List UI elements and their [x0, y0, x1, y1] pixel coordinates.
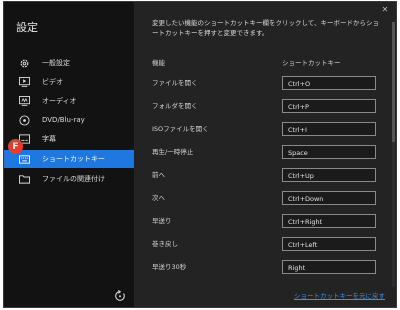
settings-window: 設定 F 一般設定 ビデオ オーディオ DVD/Blu-ray 字幕 ショートカ…: [3, 1, 397, 308]
function-label: 前へ: [152, 171, 165, 179]
sidebar-item-subtitle[interactable]: 字幕: [4, 130, 134, 148]
video-icon: [18, 76, 30, 88]
sidebar-item-label: ショートカットキー: [42, 155, 105, 163]
reset-icon[interactable]: [114, 290, 126, 302]
column-header-shortcut: ショートカットキー: [282, 59, 341, 67]
function-label: 早送り30秒: [152, 263, 187, 271]
close-icon[interactable]: ✕: [380, 5, 390, 15]
function-label: 早送り: [152, 217, 172, 225]
step-badge: F: [8, 139, 23, 154]
sidebar-item-file-association[interactable]: ファイルの関連付け: [4, 170, 134, 188]
shortcut-key-field[interactable]: Ctrl+Right: [282, 214, 376, 228]
shortcut-key-field[interactable]: Ctrl+P: [282, 99, 376, 113]
shortcut-key-field[interactable]: Right: [282, 260, 376, 274]
function-label: フォルダを開く: [152, 102, 198, 110]
shortcut-key-field[interactable]: Ctrl+Up: [282, 168, 376, 182]
scrollbar[interactable]: [392, 22, 395, 287]
instructions-text: 変更したい機能のショートカットキー欄をクリックして、キーボードからショートカット…: [152, 19, 379, 37]
function-label: ISOファイルを開く: [152, 125, 209, 133]
sidebar-item-label: 一般設定: [42, 59, 70, 67]
sidebar-item-label: DVD/Blu-ray: [42, 116, 85, 124]
shortcut-key-field[interactable]: Ctrl+I: [282, 122, 376, 136]
gear-icon: [18, 57, 30, 69]
function-label: 次へ: [152, 194, 165, 202]
sidebar-item-label: ビデオ: [42, 78, 63, 86]
disc-icon: [18, 114, 30, 126]
shortcut-settings-panel: ✕ 変更したい機能のショートカットキー欄をクリックして、キーボードからショートカ…: [134, 2, 396, 307]
scroll-thumb[interactable]: [392, 22, 395, 142]
page-title: 設定: [16, 21, 38, 34]
sidebar: 設定 F 一般設定 ビデオ オーディオ DVD/Blu-ray 字幕 ショートカ…: [4, 2, 134, 307]
sidebar-item-shortcut-keys[interactable]: ショートカットキー: [4, 150, 134, 168]
shortcut-key-field[interactable]: Ctrl+Left: [282, 237, 376, 251]
sidebar-item-audio[interactable]: オーディオ: [4, 92, 134, 110]
audio-icon: [18, 95, 30, 107]
sidebar-item-dvd[interactable]: DVD/Blu-ray: [4, 111, 134, 129]
sidebar-item-label: オーディオ: [42, 97, 77, 105]
function-label: ファイルを開く: [152, 79, 198, 87]
function-label: 再生/一時停止: [152, 148, 194, 156]
column-header-function: 機能: [152, 59, 165, 67]
sidebar-item-label: 字幕: [42, 135, 56, 143]
sidebar-item-label: ファイルの関連付け: [42, 175, 105, 183]
shortcut-key-field[interactable]: Space: [282, 145, 376, 159]
shortcut-key-field[interactable]: Ctrl+O: [282, 76, 376, 90]
keyboard-icon: [18, 153, 30, 165]
function-label: 巻き戻し: [152, 240, 178, 248]
folder-icon: [18, 173, 30, 185]
sidebar-item-video[interactable]: ビデオ: [4, 73, 134, 91]
restore-shortcuts-link[interactable]: ショートカットキーを元に戻す: [294, 290, 385, 300]
sidebar-item-general[interactable]: 一般設定: [4, 54, 134, 72]
shortcut-key-field[interactable]: Ctrl+Down: [282, 191, 376, 205]
